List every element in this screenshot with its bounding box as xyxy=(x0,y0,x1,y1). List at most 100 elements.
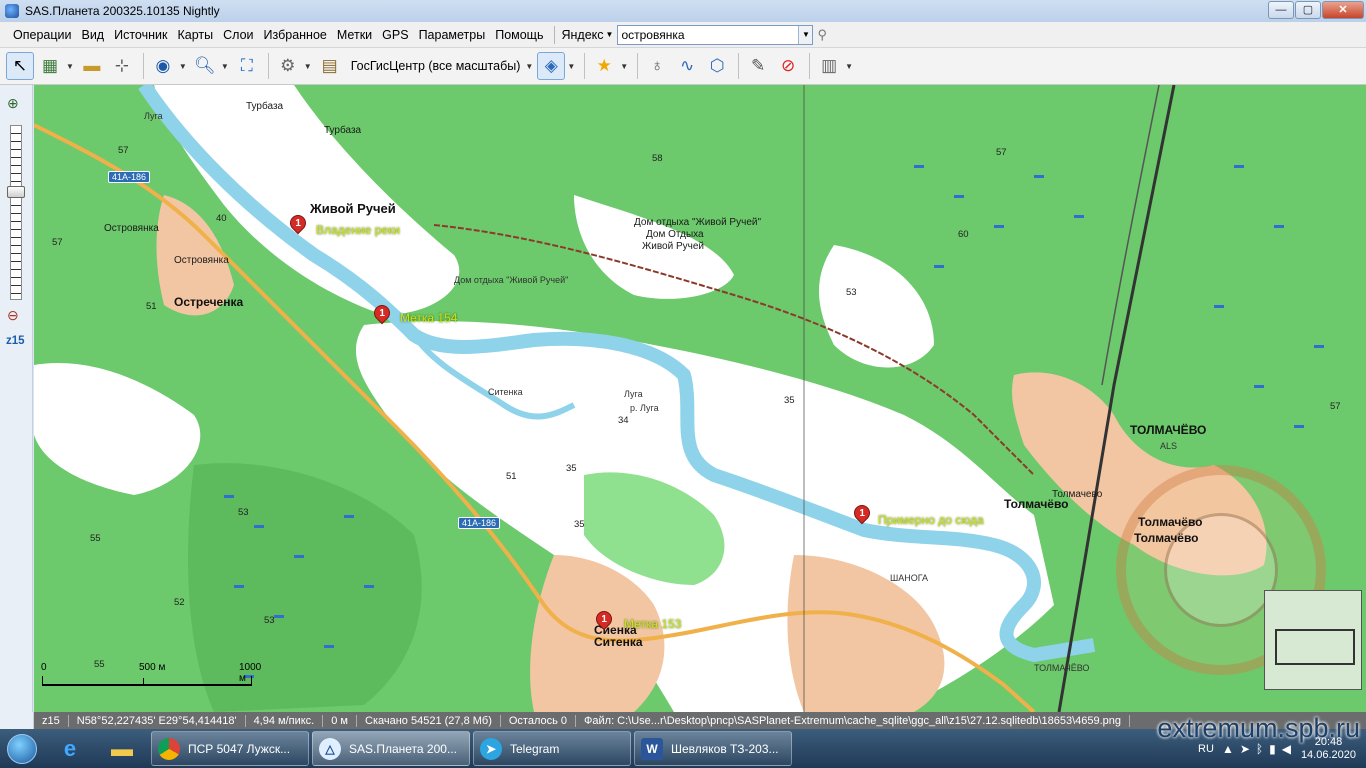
menu-parameters[interactable]: Параметры xyxy=(414,28,491,42)
chevron-down-icon[interactable]: ▼ xyxy=(221,62,229,71)
task-sasplanet[interactable]: △ SAS.Планета 200... xyxy=(312,731,470,766)
zoom-slider-track[interactable] xyxy=(10,125,22,300)
scale-tick xyxy=(143,678,144,684)
pin-number: 1 xyxy=(859,507,865,519)
menu-help[interactable]: Помощь xyxy=(490,28,548,42)
select-area-button[interactable]: ▦ xyxy=(36,52,64,80)
toolbar: ↖ ▦ ▼ ▬ ⊹ ◉ ▼ 🔍︎ ▼ ⛶ ⚙ ▼ ▤ ГосГисЦентр (… xyxy=(0,48,1366,85)
status-file-path: Файл: C:\Use...r\Desktop\pncp\SASPlanet-… xyxy=(576,714,1131,727)
chevron-down-icon[interactable]: ▼ xyxy=(567,62,575,71)
height-label: 60 xyxy=(958,229,969,240)
height-label: 35 xyxy=(784,395,795,406)
label-river-luga: р. Луга xyxy=(630,403,659,413)
ruler-button[interactable]: ▬ xyxy=(78,52,106,80)
height-label: 53 xyxy=(846,287,857,298)
hide-marks-button[interactable]: ⊘ xyxy=(774,52,802,80)
label-ostrovyanka: Островянка xyxy=(174,255,229,266)
sasplanet-app-icon xyxy=(5,4,19,18)
height-label: 51 xyxy=(146,301,157,312)
chevron-down-icon[interactable]: ▼ xyxy=(606,30,614,39)
height-label: 57 xyxy=(996,147,1007,158)
search-history-dropdown[interactable]: ▼ xyxy=(798,25,813,44)
status-remaining: Осталось 0 xyxy=(501,714,577,727)
map-type-button[interactable]: ▤ xyxy=(316,52,344,80)
zoom-slider-thumb[interactable] xyxy=(7,186,25,198)
chevron-down-icon[interactable]: ▼ xyxy=(179,62,187,71)
menu-layers[interactable]: Слои xyxy=(218,28,258,42)
close-button[interactable]: ✕ xyxy=(1322,1,1364,19)
gps-tool-button[interactable]: ⊹ xyxy=(108,52,136,80)
menu-view[interactable]: Вид xyxy=(76,28,109,42)
pointer-tool-button[interactable]: ↖ xyxy=(6,52,34,80)
map-source-select[interactable]: ГосГисЦентр (все масштабы) xyxy=(346,55,526,77)
search-provider-select[interactable]: Яндекс xyxy=(561,28,605,42)
menu-favorites[interactable]: Избранное xyxy=(259,28,332,42)
chevron-down-icon[interactable]: ▼ xyxy=(66,62,74,71)
chevron-down-icon[interactable]: ▼ xyxy=(620,62,628,71)
toolbar-separator xyxy=(738,53,740,79)
add-point-button[interactable]: ♁ xyxy=(643,52,671,80)
marks-visibility-button[interactable]: ✎ xyxy=(744,52,772,80)
ruler-icon: ▬ xyxy=(83,56,101,75)
windows-logo-icon xyxy=(7,733,37,764)
height-label: 57 xyxy=(52,237,63,248)
height-label: 53 xyxy=(238,507,249,518)
zoom-bar: ⊕ ⊖ z15 xyxy=(0,85,33,712)
toolbar-separator xyxy=(809,53,811,79)
task-chrome[interactable]: ПСР 5047 Лужск... xyxy=(151,731,309,766)
pin-marker-icon: 1 xyxy=(850,501,874,525)
zoom-out-icon[interactable]: ⊖ xyxy=(7,307,19,324)
magnifier-icon: 🔍︎ xyxy=(194,56,216,75)
task-telegram[interactable]: ➤ Telegram xyxy=(473,731,631,766)
minimap[interactable] xyxy=(1264,590,1362,690)
map-view[interactable]: Турбаза Турбаза Живой Ручей Владение рек… xyxy=(34,85,1366,712)
chevron-down-icon[interactable]: ▼ xyxy=(525,62,533,71)
label-tolmachevo: Толмачёво xyxy=(1138,515,1203,529)
zoom-in-icon[interactable]: ⊕ xyxy=(7,95,19,112)
zoom-tool-button[interactable]: 🔍︎ xyxy=(191,52,219,80)
add-polygon-button[interactable]: ⬡ xyxy=(703,52,731,80)
start-button[interactable] xyxy=(0,729,44,768)
pinned-internet-explorer[interactable]: e xyxy=(44,730,96,767)
task-word[interactable]: W Шевляков ТЗ-203... xyxy=(634,731,792,766)
label-river-luga: Луга xyxy=(624,389,643,399)
favorites-button[interactable]: ★ xyxy=(590,52,618,80)
menu-source[interactable]: Источник xyxy=(109,28,172,42)
grid-button[interactable]: ▥ xyxy=(815,52,843,80)
fullscreen-button[interactable]: ⛶ xyxy=(233,52,261,80)
placemark-vladenie-reki[interactable]: 1 xyxy=(286,211,310,241)
menu-marks[interactable]: Метки xyxy=(332,28,377,42)
status-distance: 0 м xyxy=(323,714,357,727)
label-zhivoy-ruchey: Живой Ручей xyxy=(310,201,396,216)
pin-marker-icon: 1 xyxy=(286,211,310,235)
placemark-primerno-do-syuda[interactable]: 1 xyxy=(850,501,874,531)
placemark-metka-154[interactable]: 1 xyxy=(370,301,394,331)
chevron-down-icon[interactable]: ▼ xyxy=(304,62,312,71)
height-label: 52 xyxy=(174,597,185,608)
chrome-icon xyxy=(158,737,180,760)
add-path-button[interactable]: ∿ xyxy=(673,52,701,80)
internet-explorer-icon: e xyxy=(63,735,77,761)
language-indicator[interactable]: RU xyxy=(1198,743,1214,755)
menu-maps[interactable]: Карты xyxy=(172,28,218,42)
placemark-metka-153[interactable]: 1 xyxy=(592,607,616,637)
chevron-down-icon[interactable]: ▼ xyxy=(845,62,853,71)
polygon-icon: ⬡ xyxy=(709,56,725,75)
globe-button[interactable]: ◉ xyxy=(149,52,177,80)
label-metka-154: Метка 154 xyxy=(400,311,458,325)
minimap-viewport-frame[interactable] xyxy=(1275,629,1355,665)
label-river-luga: Луга xyxy=(144,111,163,121)
height-label: 40 xyxy=(216,213,227,224)
search-input[interactable] xyxy=(618,25,799,44)
title-bar: SAS.Планета 200325.10135 Nightly — ▢ ✕ xyxy=(0,0,1366,22)
minimize-button[interactable]: — xyxy=(1268,1,1294,19)
pinned-explorer[interactable]: ▬ xyxy=(96,730,148,767)
layers-button[interactable]: ◈ xyxy=(537,52,566,80)
toolbar-separator xyxy=(142,53,144,79)
satellite-button[interactable]: ⚙ xyxy=(274,52,302,80)
menu-gps[interactable]: GPS xyxy=(377,28,413,42)
maximize-button[interactable]: ▢ xyxy=(1295,1,1321,19)
search-icon[interactable]: ⚲ xyxy=(817,27,835,43)
menu-operations[interactable]: Операции xyxy=(8,28,76,42)
statusbar-left-gap xyxy=(0,712,34,729)
